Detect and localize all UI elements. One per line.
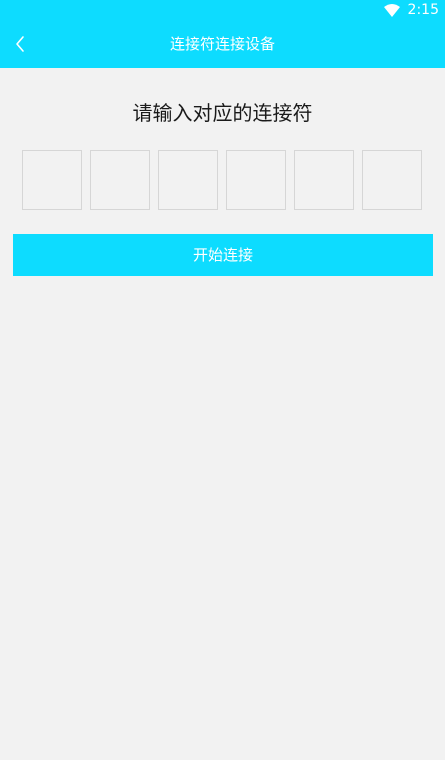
app-bar: 连接符连接设备 [0,20,445,68]
code-input-4[interactable] [226,150,286,210]
start-connect-button[interactable]: 开始连接 [13,234,433,276]
code-input-5[interactable] [294,150,354,210]
connector-prompt: 请输入对应的连接符 [132,101,313,125]
code-input-6[interactable] [362,150,422,210]
connector-code-inputs [22,150,422,210]
page-title: 连接符连接设备 [169,35,275,53]
status-bar: 2:15 [0,0,445,20]
code-input-3[interactable] [158,150,218,210]
status-right: 2:15 [383,0,439,20]
code-input-1[interactable] [22,150,82,210]
back-button[interactable] [6,28,34,60]
code-input-2[interactable] [90,150,150,210]
status-time: 2:15 [407,2,439,18]
wifi-icon [383,3,400,17]
chevron-left-icon [16,36,24,52]
